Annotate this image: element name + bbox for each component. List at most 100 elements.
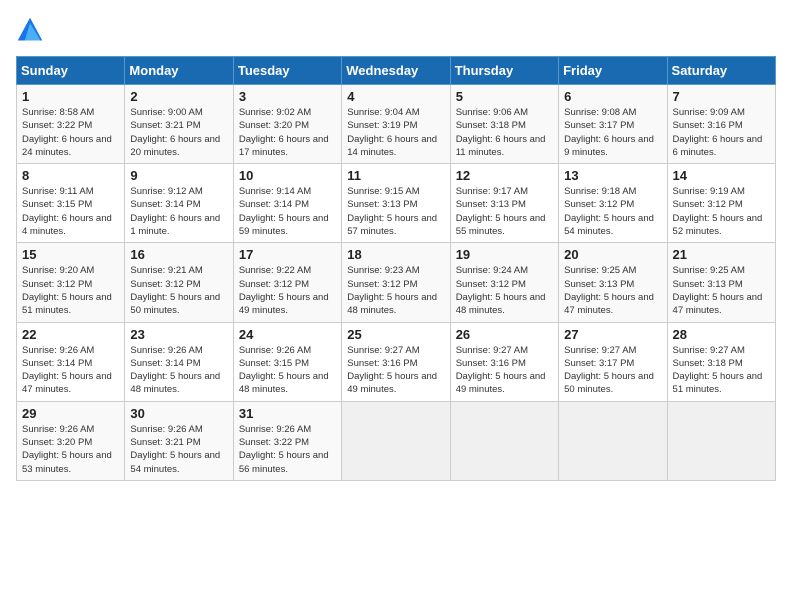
day-info: Sunrise: 9:12 AM Sunset: 3:14 PM Dayligh… [130, 185, 227, 238]
calendar-cell: 7 Sunrise: 9:09 AM Sunset: 3:16 PM Dayli… [667, 85, 775, 164]
calendar-cell: 15 Sunrise: 9:20 AM Sunset: 3:12 PM Dayl… [17, 243, 125, 322]
calendar-cell: 22 Sunrise: 9:26 AM Sunset: 3:14 PM Dayl… [17, 322, 125, 401]
daylight-label: Daylight: 5 hours and 55 minutes. [456, 213, 546, 237]
daylight-label: Daylight: 5 hours and 57 minutes. [347, 213, 437, 237]
calendar-cell: 13 Sunrise: 9:18 AM Sunset: 3:12 PM Dayl… [559, 164, 667, 243]
sunset-label: Sunset: 3:12 PM [673, 199, 743, 210]
day-info: Sunrise: 9:26 AM Sunset: 3:14 PM Dayligh… [130, 344, 227, 397]
sunrise-label: Sunrise: 9:27 AM [564, 345, 636, 356]
day-info: Sunrise: 9:17 AM Sunset: 3:13 PM Dayligh… [456, 185, 553, 238]
sunset-label: Sunset: 3:20 PM [239, 120, 309, 131]
calendar-cell: 27 Sunrise: 9:27 AM Sunset: 3:17 PM Dayl… [559, 322, 667, 401]
sunrise-label: Sunrise: 9:00 AM [130, 107, 202, 118]
sunrise-label: Sunrise: 9:19 AM [673, 186, 745, 197]
sunset-label: Sunset: 3:16 PM [456, 358, 526, 369]
calendar-cell: 25 Sunrise: 9:27 AM Sunset: 3:16 PM Dayl… [342, 322, 450, 401]
daylight-label: Daylight: 6 hours and 9 minutes. [564, 134, 654, 158]
daylight-label: Daylight: 5 hours and 49 minutes. [347, 371, 437, 395]
day-number: 14 [673, 168, 770, 183]
day-info: Sunrise: 9:27 AM Sunset: 3:16 PM Dayligh… [347, 344, 444, 397]
sunrise-label: Sunrise: 9:18 AM [564, 186, 636, 197]
day-number: 10 [239, 168, 336, 183]
daylight-label: Daylight: 5 hours and 54 minutes. [130, 450, 220, 474]
sunrise-label: Sunrise: 9:11 AM [22, 186, 94, 197]
daylight-label: Daylight: 5 hours and 56 minutes. [239, 450, 329, 474]
sunset-label: Sunset: 3:14 PM [130, 199, 200, 210]
calendar-cell: 10 Sunrise: 9:14 AM Sunset: 3:14 PM Dayl… [233, 164, 341, 243]
day-number: 28 [673, 327, 770, 342]
calendar-cell: 20 Sunrise: 9:25 AM Sunset: 3:13 PM Dayl… [559, 243, 667, 322]
day-info: Sunrise: 9:15 AM Sunset: 3:13 PM Dayligh… [347, 185, 444, 238]
daylight-label: Daylight: 6 hours and 11 minutes. [456, 134, 546, 158]
sunset-label: Sunset: 3:15 PM [22, 199, 92, 210]
sunrise-label: Sunrise: 9:22 AM [239, 265, 311, 276]
sunset-label: Sunset: 3:13 PM [456, 199, 526, 210]
daylight-label: Daylight: 6 hours and 1 minute. [130, 213, 220, 237]
sunset-label: Sunset: 3:22 PM [239, 437, 309, 448]
sunset-label: Sunset: 3:14 PM [22, 358, 92, 369]
sunrise-label: Sunrise: 9:23 AM [347, 265, 419, 276]
daylight-label: Daylight: 5 hours and 48 minutes. [130, 371, 220, 395]
logo-icon [16, 16, 44, 44]
day-number: 22 [22, 327, 119, 342]
daylight-label: Daylight: 5 hours and 47 minutes. [564, 292, 654, 316]
header [16, 16, 776, 44]
calendar-cell: 16 Sunrise: 9:21 AM Sunset: 3:12 PM Dayl… [125, 243, 233, 322]
sunrise-label: Sunrise: 9:26 AM [22, 424, 94, 435]
day-info: Sunrise: 9:26 AM Sunset: 3:21 PM Dayligh… [130, 423, 227, 476]
logo [16, 16, 48, 44]
header-saturday: Saturday [667, 57, 775, 85]
day-info: Sunrise: 9:26 AM Sunset: 3:14 PM Dayligh… [22, 344, 119, 397]
calendar-cell: 30 Sunrise: 9:26 AM Sunset: 3:21 PM Dayl… [125, 401, 233, 480]
day-info: Sunrise: 9:14 AM Sunset: 3:14 PM Dayligh… [239, 185, 336, 238]
sunrise-label: Sunrise: 9:20 AM [22, 265, 94, 276]
day-number: 23 [130, 327, 227, 342]
day-info: Sunrise: 9:27 AM Sunset: 3:17 PM Dayligh… [564, 344, 661, 397]
calendar-cell [667, 401, 775, 480]
sunset-label: Sunset: 3:19 PM [347, 120, 417, 131]
day-number: 26 [456, 327, 553, 342]
sunset-label: Sunset: 3:12 PM [22, 279, 92, 290]
calendar-cell: 24 Sunrise: 9:26 AM Sunset: 3:15 PM Dayl… [233, 322, 341, 401]
daylight-label: Daylight: 5 hours and 50 minutes. [564, 371, 654, 395]
header-friday: Friday [559, 57, 667, 85]
header-sunday: Sunday [17, 57, 125, 85]
day-info: Sunrise: 9:23 AM Sunset: 3:12 PM Dayligh… [347, 264, 444, 317]
daylight-label: Daylight: 5 hours and 47 minutes. [22, 371, 112, 395]
calendar-cell: 3 Sunrise: 9:02 AM Sunset: 3:20 PM Dayli… [233, 85, 341, 164]
calendar-cell: 17 Sunrise: 9:22 AM Sunset: 3:12 PM Dayl… [233, 243, 341, 322]
sunset-label: Sunset: 3:12 PM [564, 199, 634, 210]
header-monday: Monday [125, 57, 233, 85]
sunset-label: Sunset: 3:12 PM [456, 279, 526, 290]
day-number: 5 [456, 89, 553, 104]
day-info: Sunrise: 9:11 AM Sunset: 3:15 PM Dayligh… [22, 185, 119, 238]
sunset-label: Sunset: 3:16 PM [347, 358, 417, 369]
sunset-label: Sunset: 3:18 PM [673, 358, 743, 369]
daylight-label: Daylight: 5 hours and 54 minutes. [564, 213, 654, 237]
day-info: Sunrise: 9:22 AM Sunset: 3:12 PM Dayligh… [239, 264, 336, 317]
day-number: 12 [456, 168, 553, 183]
day-number: 18 [347, 247, 444, 262]
sunrise-label: Sunrise: 9:27 AM [673, 345, 745, 356]
calendar-cell: 4 Sunrise: 9:04 AM Sunset: 3:19 PM Dayli… [342, 85, 450, 164]
sunset-label: Sunset: 3:12 PM [130, 279, 200, 290]
sunrise-label: Sunrise: 9:24 AM [456, 265, 528, 276]
calendar-cell: 26 Sunrise: 9:27 AM Sunset: 3:16 PM Dayl… [450, 322, 558, 401]
sunset-label: Sunset: 3:21 PM [130, 120, 200, 131]
sunrise-label: Sunrise: 9:02 AM [239, 107, 311, 118]
day-number: 25 [347, 327, 444, 342]
day-info: Sunrise: 9:27 AM Sunset: 3:18 PM Dayligh… [673, 344, 770, 397]
sunrise-label: Sunrise: 9:06 AM [456, 107, 528, 118]
calendar-cell: 14 Sunrise: 9:19 AM Sunset: 3:12 PM Dayl… [667, 164, 775, 243]
calendar-cell: 11 Sunrise: 9:15 AM Sunset: 3:13 PM Dayl… [342, 164, 450, 243]
day-number: 4 [347, 89, 444, 104]
day-info: Sunrise: 9:27 AM Sunset: 3:16 PM Dayligh… [456, 344, 553, 397]
calendar-cell: 5 Sunrise: 9:06 AM Sunset: 3:18 PM Dayli… [450, 85, 558, 164]
day-info: Sunrise: 9:08 AM Sunset: 3:17 PM Dayligh… [564, 106, 661, 159]
day-number: 19 [456, 247, 553, 262]
daylight-label: Daylight: 5 hours and 48 minutes. [456, 292, 546, 316]
sunset-label: Sunset: 3:18 PM [456, 120, 526, 131]
day-number: 27 [564, 327, 661, 342]
calendar-cell [342, 401, 450, 480]
calendar-cell: 18 Sunrise: 9:23 AM Sunset: 3:12 PM Dayl… [342, 243, 450, 322]
